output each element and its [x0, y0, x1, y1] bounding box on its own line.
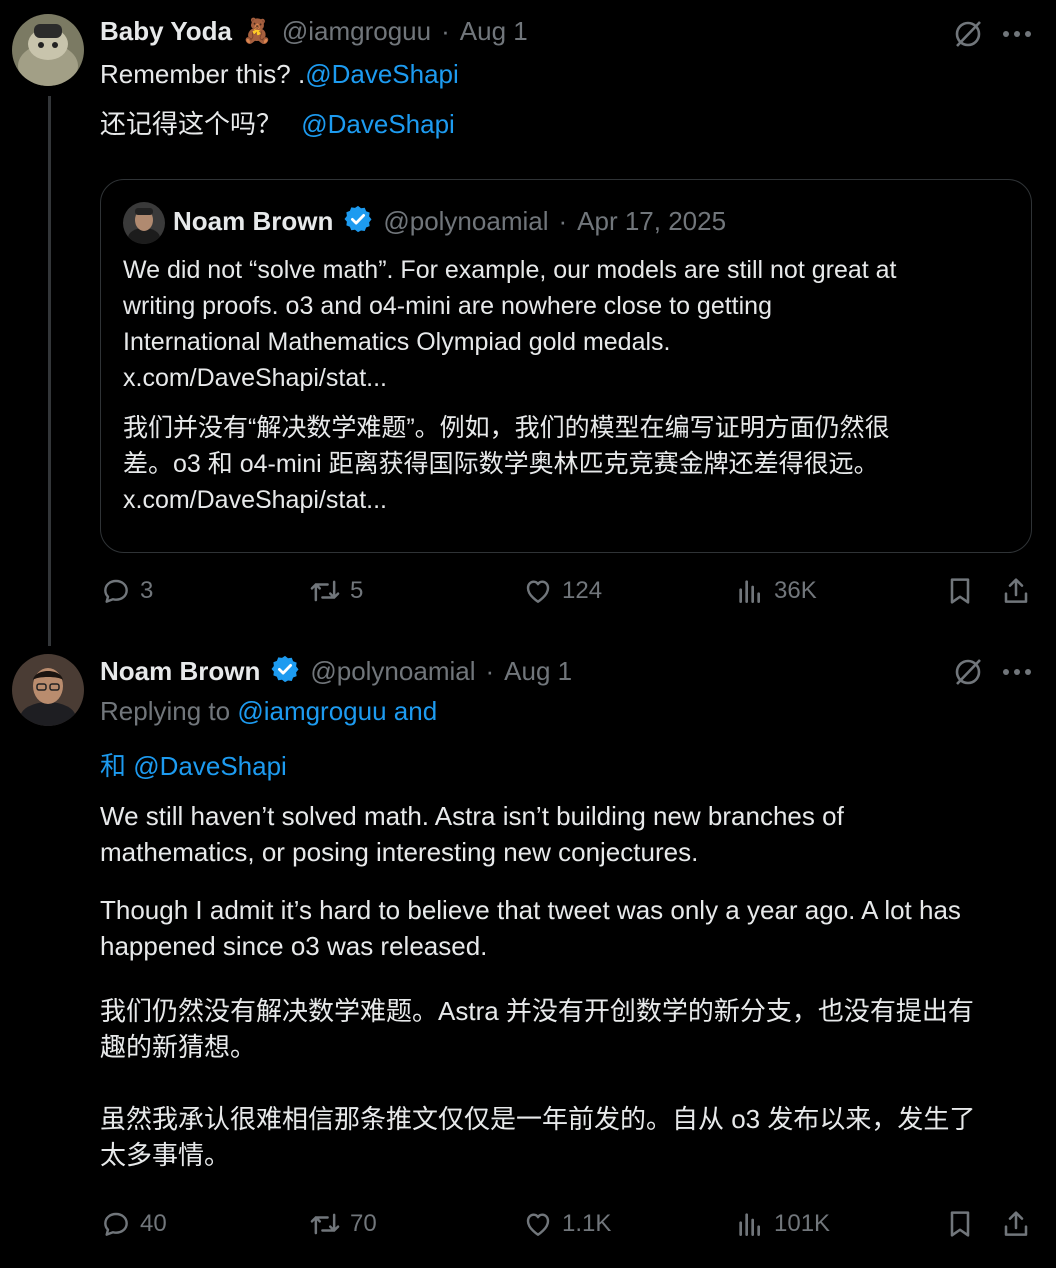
reply-button[interactable]: 3: [100, 575, 153, 607]
tweet-text: Remember this? .: [100, 59, 306, 89]
tweet-text-en: We still haven’t solved math. Astra isn’…: [100, 798, 961, 964]
quoted-handle[interactable]: @polynoamial: [383, 206, 548, 237]
mention-iamgroguu[interactable]: @iamgroguu and: [237, 696, 437, 726]
text-line: 趣的新猜想。: [100, 1032, 257, 1062]
bookmark-icon: [944, 575, 976, 607]
mention-daveshapi-translated[interactable]: 和 @DaveShapi: [100, 746, 287, 783]
like-button[interactable]: 124: [522, 575, 602, 607]
thread-line: [48, 96, 51, 646]
display-name[interactable]: Noam Brown: [100, 656, 260, 687]
repost-icon: [308, 1208, 342, 1240]
post-date[interactable]: Aug 1: [504, 656, 572, 687]
quoted-line: writing proofs. o3 and o4-mini are nowhe…: [123, 292, 772, 320]
replying-prefix: Replying to: [100, 696, 238, 726]
display-name[interactable]: Baby Yoda: [100, 16, 232, 47]
like-icon: [522, 1208, 554, 1240]
action-bar: 40 70 1.1K 101K: [100, 1208, 1040, 1248]
repost-button[interactable]: 5: [308, 575, 363, 607]
more-icon[interactable]: [1002, 26, 1032, 42]
repost-icon: [308, 575, 342, 607]
text-line: We still haven’t solved math. Astra isn’…: [100, 801, 844, 831]
verified-icon: [343, 204, 373, 239]
text-line: 太多事情。: [100, 1140, 231, 1170]
post-date[interactable]: Aug 1: [460, 16, 528, 47]
views-button[interactable]: 101K: [734, 1208, 830, 1240]
quoted-date[interactable]: Apr 17, 2025: [577, 206, 726, 237]
handle[interactable]: @polynoamial: [310, 656, 475, 687]
text-line: 虽然我承认很难相信那条推文仅仅是一年前发的。自从 o3 发布以来，发生了: [100, 1104, 976, 1134]
views-count: 101K: [774, 1210, 831, 1237]
mention-daveshapi-translated[interactable]: @DaveShapi: [301, 109, 455, 139]
reply-icon: [100, 575, 132, 607]
quoted-display-name[interactable]: Noam Brown: [173, 206, 333, 237]
translate-off-icon[interactable]: [952, 18, 984, 50]
quoted-line: 差。o3 和 o4-mini 距离获得国际数学奥林匹克竞赛金牌还差得很远。: [123, 450, 879, 478]
separator: ·: [441, 16, 450, 46]
bookmark-button[interactable]: [944, 1208, 976, 1240]
reply-button[interactable]: 40: [100, 1208, 167, 1240]
repost-button[interactable]: 70: [308, 1208, 377, 1240]
quoted-text-en: We did not “solve math”. For example, ou…: [123, 252, 897, 396]
more-icon[interactable]: [1002, 664, 1032, 680]
views-icon: [734, 575, 766, 607]
translated-text-zh: 我们仍然没有解决数学难题。Astra 并没有开创数学的新分支，也没有提出有 趣的…: [100, 993, 975, 1173]
views-button[interactable]: 36K: [734, 575, 817, 607]
like-count: 1.1K: [562, 1210, 612, 1237]
quoted-line: International Mathematics Olympiad gold …: [123, 328, 671, 356]
text-line: Though I admit it’s hard to believe that…: [100, 895, 961, 925]
share-button[interactable]: [1000, 1208, 1032, 1240]
views-icon: [734, 1208, 766, 1240]
share-icon: [1000, 575, 1032, 607]
translated-text-line: 还记得这个吗？ @DaveShapi: [100, 106, 455, 142]
text-line: mathematics, or posing interesting new c…: [100, 837, 699, 867]
mention-daveshapi[interactable]: @DaveShapi: [305, 59, 459, 89]
like-icon: [522, 575, 554, 607]
reply-count: 3: [140, 577, 154, 604]
reply-count: 40: [140, 1210, 167, 1237]
avatar-noam-brown[interactable]: [12, 654, 84, 726]
action-bar: 3 5 124 36K: [100, 575, 1040, 615]
quoted-line: We did not “solve math”. For example, ou…: [123, 256, 897, 284]
quoted-avatar-image: [123, 202, 165, 244]
quoted-link[interactable]: x.com/DaveShapi/stat...: [123, 482, 890, 518]
replying-to: Replying to @iamgroguu and: [100, 696, 437, 727]
quoted-avatar[interactable]: [123, 202, 165, 244]
bookmark-icon: [944, 1208, 976, 1240]
translated-text: 还记得这个吗？: [100, 109, 283, 139]
reply-icon: [100, 1208, 132, 1240]
repost-count: 5: [350, 577, 364, 604]
separator: ·: [485, 656, 495, 686]
repost-count: 70: [350, 1210, 377, 1237]
verified-icon: [270, 654, 300, 689]
like-button[interactable]: 1.1K: [522, 1208, 611, 1240]
text-line: happened since o3 was released.: [100, 931, 488, 961]
like-count: 124: [562, 577, 603, 604]
avatar-baby-yoda[interactable]: [12, 14, 84, 86]
quoted-tweet[interactable]: Noam Brown @polynoamial · Apr 17, 2025 W…: [100, 179, 1032, 553]
teddy-bear-emoji: 🧸: [241, 18, 272, 45]
handle[interactable]: @iamgroguu: [282, 16, 431, 47]
avatar-image: [12, 14, 84, 86]
share-button[interactable]: [1000, 575, 1032, 607]
avatar-image: [12, 654, 84, 726]
quoted-link[interactable]: x.com/DaveShapi/stat...: [123, 360, 897, 396]
bookmark-button[interactable]: [944, 575, 976, 607]
quoted-separator: ·: [558, 206, 568, 236]
text-line: 我们仍然没有解决数学难题。Astra 并没有开创数学的新分支，也没有提出有: [100, 996, 974, 1026]
translate-off-icon[interactable]: [952, 656, 984, 688]
views-count: 36K: [774, 577, 817, 604]
share-icon: [1000, 1208, 1032, 1240]
quoted-line: 我们并没有“解决数学难题”。例如，我们的模型在编写证明方面仍然很: [123, 414, 890, 442]
quoted-text-zh: 我们并没有“解决数学难题”。例如，我们的模型在编写证明方面仍然很 差。o3 和 …: [123, 410, 890, 518]
tweet-text-line1: Remember this? .@DaveShapi: [100, 56, 459, 92]
